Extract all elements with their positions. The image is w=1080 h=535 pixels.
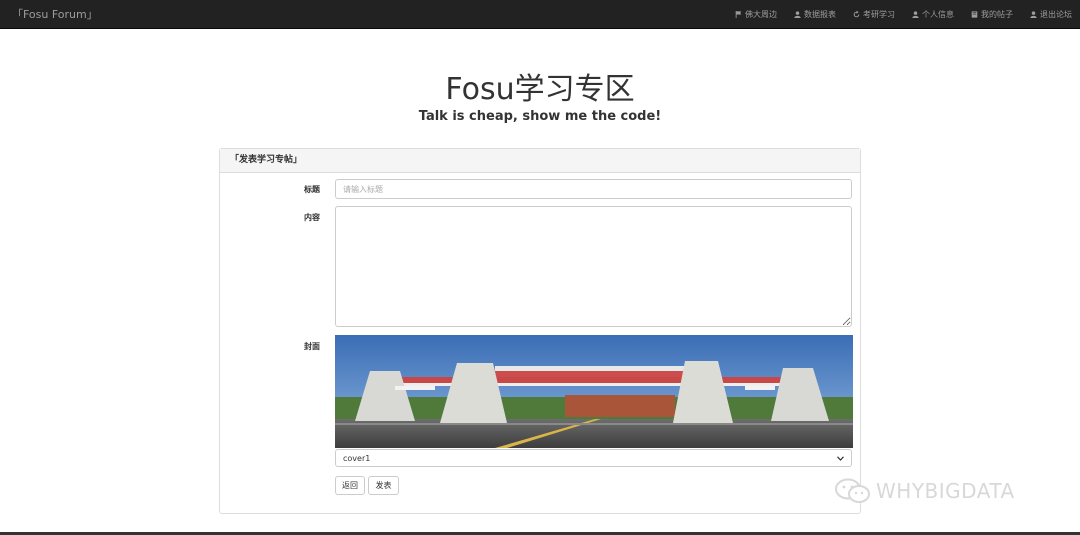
nav-item-personal-info[interactable]: 个人信息	[912, 9, 954, 20]
nav-item-my-posts[interactable]: 我的帖子	[971, 9, 1013, 20]
nav-item-label: 佛大周边	[745, 10, 777, 19]
user-icon	[794, 11, 801, 18]
title-label: 标题	[304, 185, 320, 194]
nav-item-label: 我的帖子	[981, 10, 1013, 19]
book-icon	[971, 11, 978, 18]
content-label: 内容	[304, 213, 320, 222]
user-icon	[1030, 11, 1037, 18]
nav-menu: 佛大周边 数据报表 考研学习 个人信息 我的帖子 退出论坛	[718, 0, 1072, 29]
nav-item-postgrad-study[interactable]: 考研学习	[853, 9, 895, 20]
refresh-icon	[853, 11, 860, 18]
nav-item-logout[interactable]: 退出论坛	[1030, 9, 1072, 20]
cover-label: 封面	[304, 342, 320, 351]
watermark: WHYBIGDATA	[834, 478, 1015, 504]
chevron-down-icon	[837, 455, 844, 461]
publish-button[interactable]: 发表	[368, 476, 399, 495]
flag-icon	[735, 11, 742, 18]
brand-link[interactable]: 「Fosu Forum」	[12, 0, 98, 29]
cover-select-value: cover1	[343, 453, 371, 463]
top-navbar: 「Fosu Forum」 佛大周边 数据报表 考研学习 个人信息 我的帖子 退出…	[0, 0, 1080, 29]
nav-item-fosu-surroundings[interactable]: 佛大周边	[735, 9, 777, 20]
post-form-panel: 「发表学习专帖」 标题 内容 封面	[219, 148, 861, 514]
page-subtitle: Talk is cheap, show me the code!	[418, 109, 662, 124]
content-textarea[interactable]	[335, 206, 852, 327]
user-icon	[912, 11, 919, 18]
nav-item-label: 退出论坛	[1040, 10, 1072, 19]
cover-image	[335, 335, 853, 448]
title-input[interactable]	[335, 179, 852, 199]
nav-item-data-report[interactable]: 数据报表	[794, 9, 836, 20]
nav-item-label: 个人信息	[922, 10, 954, 19]
nav-item-label: 数据报表	[804, 10, 836, 19]
nav-item-label: 考研学习	[863, 10, 895, 19]
panel-heading: 「发表学习专帖」	[220, 149, 860, 173]
cover-select[interactable]: cover1	[335, 449, 852, 467]
watermark-text: WHYBIGDATA	[876, 479, 1015, 503]
page-title: Fosu学习专区	[445, 72, 635, 107]
back-button[interactable]: 返回	[335, 476, 365, 495]
wechat-icon	[835, 478, 870, 503]
